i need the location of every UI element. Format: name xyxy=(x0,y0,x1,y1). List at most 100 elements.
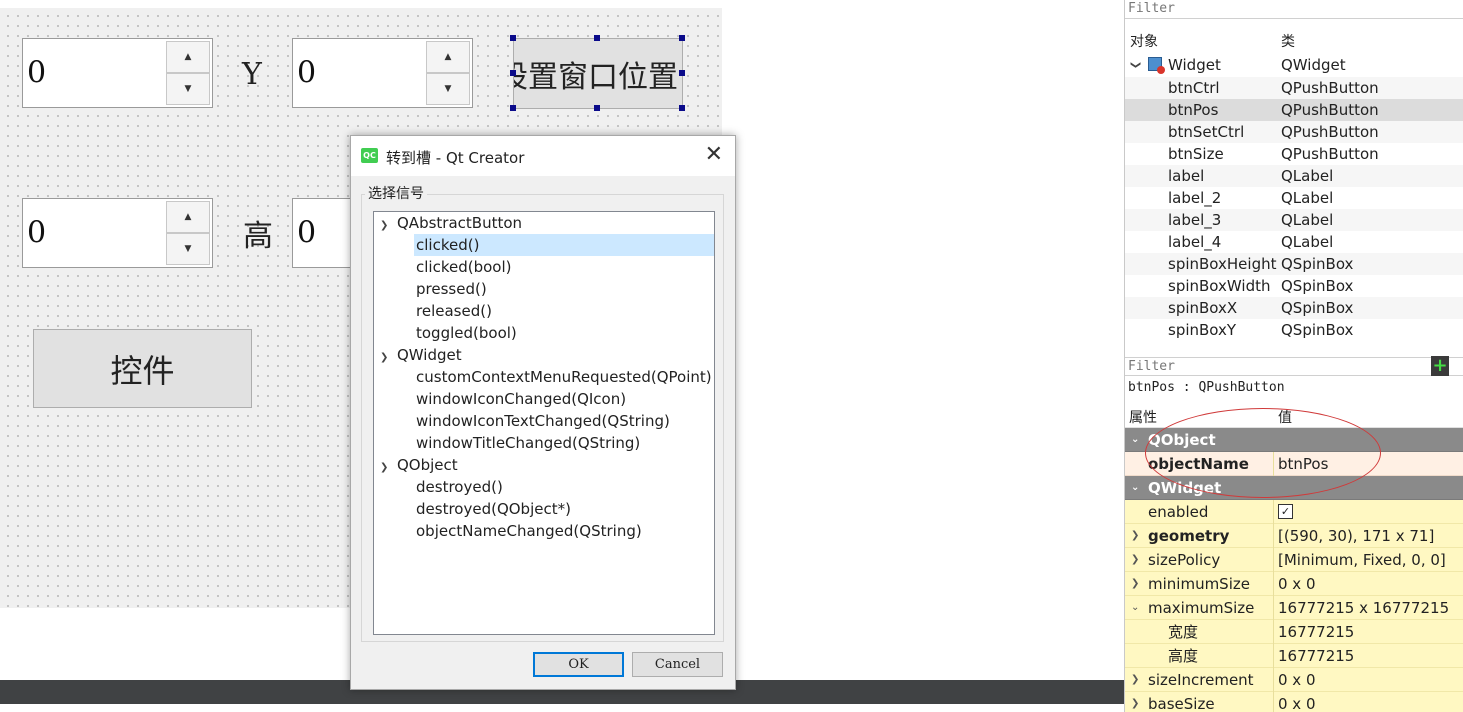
spin-down-arrow-icon[interactable]: ▼ xyxy=(166,73,210,105)
chevron-right-icon[interactable]: ❯ xyxy=(1131,548,1139,572)
selection-handle[interactable] xyxy=(510,35,516,41)
object-row[interactable]: label_4 QLabel xyxy=(1125,231,1463,253)
tree-item-signal[interactable]: released() xyxy=(416,300,492,322)
tree-item-signal[interactable]: objectNameChanged(QString) xyxy=(416,520,642,542)
tree-item-signal[interactable]: clicked(bool) xyxy=(416,256,511,278)
property-row-maximumsize[interactable]: ⌄ maximumSize 16777215 x 16777215 xyxy=(1125,596,1463,620)
label-y: Y xyxy=(242,57,262,92)
spinbox-x[interactable]: 0 ▲ ▼ xyxy=(22,38,213,108)
signal-tree[interactable]: ❯ QAbstractButton clicked() clicked(bool)… xyxy=(373,211,715,635)
tree-item-signal[interactable]: windowIconTextChanged(QString) xyxy=(416,410,670,432)
spin-up-arrow-icon[interactable]: ▲ xyxy=(166,41,210,73)
property-section-qwidget[interactable]: ⌄ QWidget xyxy=(1125,476,1463,500)
chevron-down-icon[interactable]: ❯ xyxy=(380,457,397,479)
object-row[interactable]: btnCtrl QPushButton xyxy=(1125,77,1463,99)
property-row-width[interactable]: 宽度 16777215 xyxy=(1125,620,1463,644)
selection-handle[interactable] xyxy=(510,105,516,111)
tree-item-signal[interactable]: toggled(bool) xyxy=(416,322,517,344)
enabled-checkbox[interactable]: ✓ xyxy=(1278,504,1293,519)
btn-pos-label: 设置窗口位置 xyxy=(513,59,678,95)
spin-up-arrow-icon[interactable]: ▲ xyxy=(426,41,470,73)
property-row-sizeincrement[interactable]: ❯ sizeIncrement 0 x 0 xyxy=(1125,668,1463,692)
qt-creator-logo-icon: QC xyxy=(361,148,378,163)
property-row-minimumsize[interactable]: ❯ minimumSize 0 x 0 xyxy=(1125,572,1463,596)
label-height: 高 xyxy=(243,219,273,254)
property-value[interactable]: [(590, 30), 171 x 71] xyxy=(1278,524,1434,548)
spin-down-arrow-icon[interactable]: ▼ xyxy=(426,73,470,105)
property-value[interactable]: 0 x 0 xyxy=(1278,692,1316,712)
object-row[interactable]: btnSetCtrl QPushButton xyxy=(1125,121,1463,143)
close-icon[interactable]: ✕ xyxy=(705,142,723,167)
property-value[interactable]: 16777215 xyxy=(1278,620,1354,644)
property-row-enabled[interactable]: enabled ✓ xyxy=(1125,500,1463,524)
selection-handle[interactable] xyxy=(594,105,600,111)
spinbox-width[interactable]: 0 ▲ ▼ xyxy=(22,198,213,268)
object-name: btnCtrl xyxy=(1168,77,1276,99)
object-row-widget[interactable]: ❯ Widget QWidget xyxy=(1125,54,1463,76)
object-filter-input[interactable]: Filter xyxy=(1125,0,1463,19)
tree-group-qabstractbutton[interactable]: ❯ QAbstractButton xyxy=(380,212,522,234)
selection-handle[interactable] xyxy=(679,105,685,111)
tree-item-signal[interactable]: destroyed() xyxy=(416,476,503,498)
property-value[interactable]: [Minimum, Fixed, 0, 0] xyxy=(1278,548,1446,572)
property-value[interactable]: btnPos xyxy=(1278,452,1328,476)
object-name: btnSetCtrl xyxy=(1168,121,1276,143)
chevron-down-icon[interactable]: ❯ xyxy=(1124,61,1146,69)
spin-down-arrow-icon[interactable]: ▼ xyxy=(166,233,210,265)
tree-group-label: QAbstractButton xyxy=(397,214,523,232)
btn-pos[interactable]: 设置窗口位置 xyxy=(513,38,683,109)
object-row[interactable]: spinBoxWidth QSpinBox xyxy=(1125,275,1463,297)
chevron-right-icon[interactable]: ❯ xyxy=(1131,572,1139,596)
btn-ctrl-label: 控件 xyxy=(110,351,175,390)
chevron-right-icon[interactable]: ❯ xyxy=(1131,668,1139,692)
object-row[interactable]: spinBoxY QSpinBox xyxy=(1125,319,1463,341)
chevron-right-icon[interactable]: ❯ xyxy=(1131,524,1139,548)
column-divider xyxy=(1273,692,1274,712)
tree-group-qobject[interactable]: ❯ QObject xyxy=(380,454,458,476)
object-class: QLabel xyxy=(1281,167,1334,185)
selection-handle[interactable] xyxy=(679,35,685,41)
property-value[interactable]: 16777215 xyxy=(1278,644,1354,668)
object-row[interactable]: label_2 QLabel xyxy=(1125,187,1463,209)
object-row-selected[interactable]: btnPos QPushButton xyxy=(1125,99,1463,121)
selection-handle[interactable] xyxy=(594,35,600,41)
property-section-qobject[interactable]: ⌄ QObject xyxy=(1125,428,1463,452)
chevron-down-icon[interactable]: ❯ xyxy=(380,347,397,369)
property-filter-input[interactable]: Filter xyxy=(1125,357,1463,376)
object-row[interactable]: spinBoxX QSpinBox xyxy=(1125,297,1463,319)
add-property-icon[interactable]: + xyxy=(1431,356,1449,376)
chevron-down-icon[interactable]: ⌄ xyxy=(1131,428,1139,452)
selection-handle[interactable] xyxy=(679,70,685,76)
property-row-objectname[interactable]: objectName btnPos xyxy=(1125,452,1463,476)
tree-group-qwidget[interactable]: ❯ QWidget xyxy=(380,344,462,366)
column-divider xyxy=(1273,452,1274,476)
selection-handle[interactable] xyxy=(510,70,516,76)
tree-item-signal[interactable]: windowTitleChanged(QString) xyxy=(416,432,640,454)
spin-up-arrow-icon[interactable]: ▲ xyxy=(166,201,210,233)
property-row-height[interactable]: 高度 16777215 xyxy=(1125,644,1463,668)
property-value[interactable]: 16777215 x 16777215 xyxy=(1278,596,1449,620)
chevron-right-icon[interactable]: ❯ xyxy=(1131,692,1139,712)
tree-item-signal[interactable]: customContextMenuRequested(QPoint) xyxy=(416,366,712,388)
tree-item-signal[interactable]: clicked() xyxy=(414,234,714,256)
tree-item-signal[interactable]: windowIconChanged(QIcon) xyxy=(416,388,626,410)
object-row[interactable]: label QLabel xyxy=(1125,165,1463,187)
btn-ctrl[interactable]: 控件 xyxy=(33,329,252,408)
spinbox-y[interactable]: 0 ▲ ▼ xyxy=(292,38,473,108)
dialog-titlebar[interactable]: QC 转到槽 - Qt Creator ✕ xyxy=(351,136,735,176)
property-value[interactable]: 0 x 0 xyxy=(1278,668,1316,692)
chevron-down-icon[interactable]: ⌄ xyxy=(1131,476,1139,500)
property-row-geometry[interactable]: ❯ geometry [(590, 30), 171 x 71] xyxy=(1125,524,1463,548)
object-row[interactable]: btnSize QPushButton xyxy=(1125,143,1463,165)
property-row-sizepolicy[interactable]: ❯ sizePolicy [Minimum, Fixed, 0, 0] xyxy=(1125,548,1463,572)
object-row[interactable]: label_3 QLabel xyxy=(1125,209,1463,231)
object-row[interactable]: spinBoxHeight QSpinBox xyxy=(1125,253,1463,275)
tree-item-signal[interactable]: destroyed(QObject*) xyxy=(416,498,571,520)
tree-item-signal[interactable]: pressed() xyxy=(416,278,487,300)
chevron-down-icon[interactable]: ⌄ xyxy=(1131,596,1139,620)
property-value[interactable]: 0 x 0 xyxy=(1278,572,1316,596)
cancel-button[interactable]: Cancel xyxy=(632,652,723,677)
property-row-basesize[interactable]: ❯ baseSize 0 x 0 xyxy=(1125,692,1463,712)
ok-button[interactable]: OK xyxy=(533,652,624,677)
chevron-down-icon[interactable]: ❯ xyxy=(380,215,397,237)
